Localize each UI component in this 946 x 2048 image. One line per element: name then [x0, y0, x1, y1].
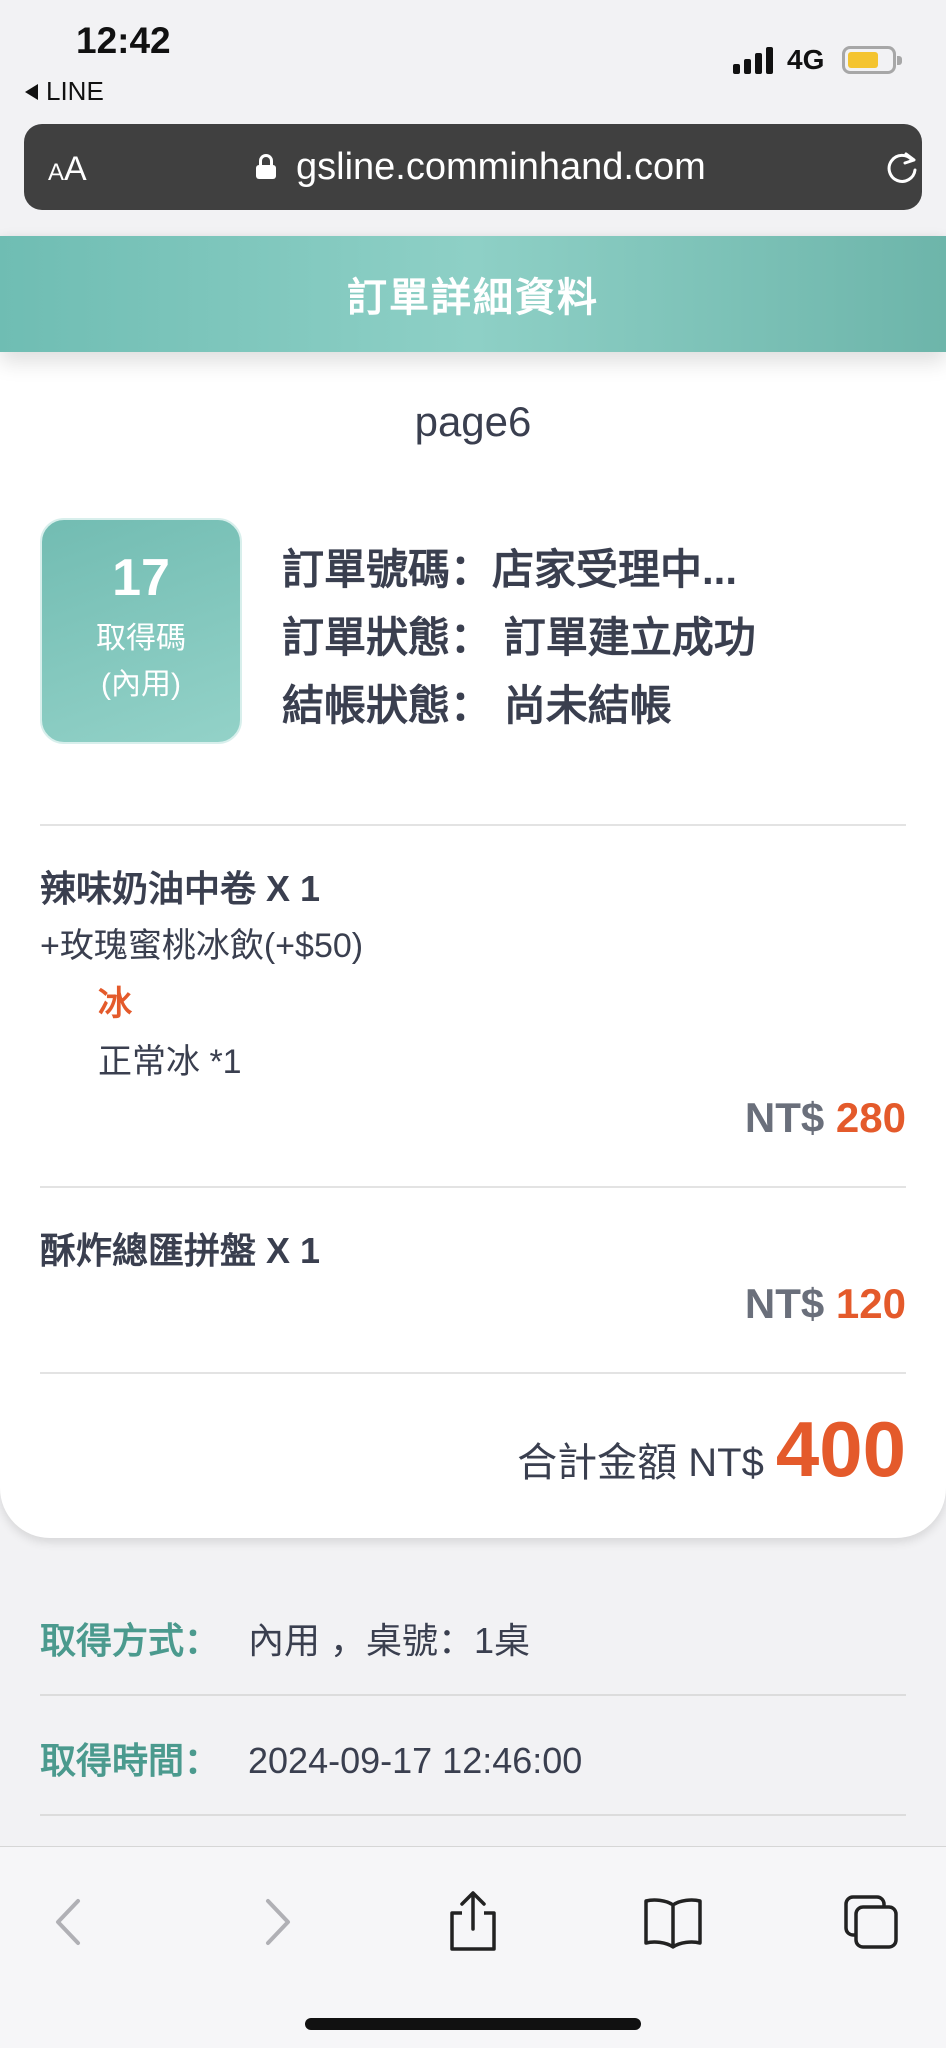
divider [40, 1694, 906, 1696]
option-group-label: 冰 [98, 985, 132, 1023]
reload-icon[interactable] [882, 148, 922, 188]
divider [40, 1372, 906, 1374]
network-type: 4G [787, 44, 825, 75]
back-app-label: LINE [46, 76, 104, 106]
item-price: NT$ 280 [744, 1094, 906, 1141]
divider [40, 1186, 906, 1188]
item-price: NT$ 120 [744, 1280, 906, 1327]
payment-status-row: 結帳狀態： 尚未結帳 [282, 682, 672, 729]
lock-icon [256, 154, 276, 179]
back-triangle-icon [25, 83, 38, 100]
pickup-method-label: 取得方式： [40, 1620, 221, 1661]
battery-icon [842, 46, 902, 74]
item-addon: +玫瑰蜜桃冰飲(+$50) [40, 927, 364, 965]
back-to-app-link[interactable]: LINE [25, 76, 104, 107]
address-bar[interactable]: AA gsline.comminhand.com [24, 124, 922, 210]
bookmarks-icon[interactable] [638, 1887, 708, 1957]
item-name: 辣味奶油中卷 X 1 [40, 868, 321, 909]
share-icon[interactable] [438, 1887, 508, 1957]
order-status-row: 訂單狀態： 訂單建立成功 [282, 614, 756, 661]
home-indicator [305, 2018, 641, 2030]
status-time: 12:42 [76, 20, 171, 61]
page-label: page6 [414, 398, 532, 445]
divider [40, 824, 906, 826]
item-name: 酥炸總匯拼盤 X 1 [40, 1230, 321, 1271]
pickup-time-row: 取得時間： 2024-09-17 12:46:00 [40, 1732, 582, 1784]
total-label: 合計金額 NT$ [517, 1441, 764, 1485]
forward-chevron-icon[interactable] [240, 1887, 310, 1957]
pickup-time-label: 取得時間： [40, 1740, 221, 1781]
pickup-number: 17 [112, 549, 170, 607]
total-amount: 合計金額 NT$ 400 [517, 1404, 906, 1495]
order-number-row: 訂單號碼：店家受理中... [282, 546, 738, 593]
pickup-code-badge: 17 取得碼 (內用) [40, 518, 242, 744]
tabs-icon[interactable] [836, 1887, 906, 1957]
pickup-method-value: 內用 ，桌號：1桌 [248, 1620, 531, 1661]
page-title: 訂單詳細資料 [347, 276, 599, 320]
text-size-button[interactable]: AA [48, 150, 87, 189]
cellular-signal-icon [733, 46, 773, 74]
option-value: 正常冰 *1 [98, 1043, 242, 1081]
divider [40, 1814, 906, 1816]
back-chevron-icon[interactable] [36, 1887, 106, 1957]
pickup-method-row: 取得方式： 內用 ，桌號：1桌 [40, 1612, 530, 1664]
order-detail-card: 訂單詳細資料 page6 17 取得碼 (內用) 訂單號碼：店家受理中... 訂… [0, 236, 946, 1538]
pickup-label: 取得碼 (內用) [96, 622, 186, 701]
total-value: 400 [775, 1405, 906, 1493]
status-bar: 12:42 LINE 4G [0, 0, 946, 118]
order-info: 訂單號碼：店家受理中... 訂單狀態： 訂單建立成功 結帳狀態： 尚未結帳 [282, 536, 756, 740]
header-bar: 訂單詳細資料 [0, 236, 946, 352]
pickup-time-value: 2024-09-17 12:46:00 [248, 1740, 583, 1781]
url-text[interactable]: gsline.comminhand.com [296, 146, 706, 189]
